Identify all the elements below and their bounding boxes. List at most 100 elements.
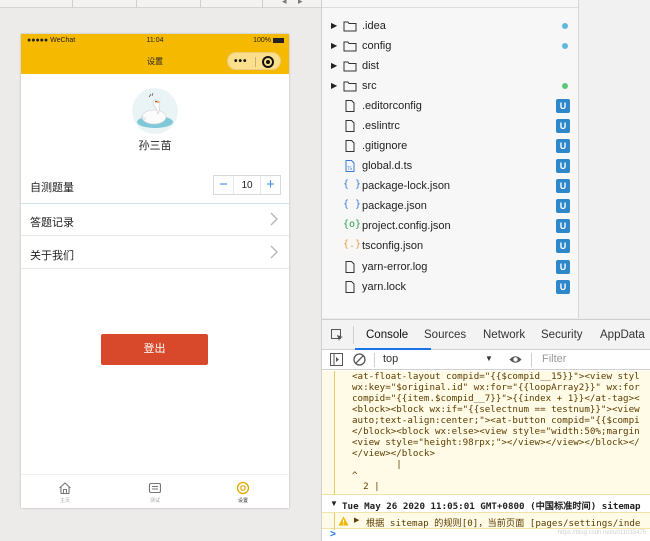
tab-network[interactable]: Network: [483, 329, 525, 341]
untracked-badge: U: [556, 239, 570, 253]
code-line: </block><block wx:else><view style="widt…: [352, 426, 640, 437]
code-line: </view></block>: [352, 448, 435, 459]
watermark: https://blog.csdn.net/u011033475: [557, 530, 646, 536]
simulator-phone: ●●●●● WeChat 11:04 100% 设置 ••• 孙三苗 自测题量 …: [21, 34, 289, 508]
status-time: 11:04: [146, 37, 164, 44]
tab-bar: 主页 测试 设置: [21, 474, 289, 508]
context-select[interactable]: top: [383, 353, 398, 365]
code-line: ^: [352, 470, 358, 481]
decrement-button[interactable]: −: [214, 176, 234, 194]
untracked-badge: U: [556, 260, 570, 274]
collapsed-arrow-icon[interactable]: ▶: [331, 21, 337, 30]
console-group-header[interactable]: ▼ Tue May 26 2020 11:05:01 GMT+0800 (中国标…: [322, 496, 650, 512]
toolbar-divider: [531, 353, 532, 367]
editor-area: [578, 0, 650, 318]
collapsed-arrow-icon[interactable]: ▶: [331, 41, 337, 50]
home-icon: [59, 482, 71, 495]
tree-folder-src[interactable]: ▶ src: [322, 76, 578, 96]
file-name: .editorconfig: [362, 100, 422, 112]
tree-file-project-config-json[interactable]: {o} project.config.json U: [322, 216, 578, 236]
tab-sources[interactable]: Sources: [424, 329, 466, 341]
tab-console[interactable]: Console: [366, 329, 408, 341]
tab-security[interactable]: Security: [541, 329, 583, 341]
tsconfig-file-icon: {.}: [343, 239, 362, 250]
json-file-icon: { }: [343, 199, 362, 210]
expanded-arrow-icon[interactable]: ▼: [330, 499, 338, 508]
collapsed-arrow-icon[interactable]: ▶: [354, 516, 359, 524]
tab-home[interactable]: 主页: [45, 481, 85, 504]
dropdown-arrow-icon[interactable]: ▼: [485, 354, 493, 363]
toolbar-divider: [136, 0, 137, 8]
sidebar-toggle-icon[interactable]: [330, 353, 343, 366]
file-name: yarn.lock: [362, 281, 407, 293]
quiz-count-row: 自测题量 − 10 +: [21, 168, 289, 204]
console-warning-row[interactable]: ▶ 根据 sitemap 的规则[0]，当前页面 [pages/settings…: [322, 512, 650, 530]
window-top-strip: ◂ ▸: [0, 0, 322, 8]
more-icon[interactable]: •••: [234, 56, 248, 67]
nav-forward-icon[interactable]: ▸: [298, 0, 303, 7]
file-name: .gitignore: [362, 140, 408, 152]
tree-file-yarn-lock[interactable]: yarn.lock U: [322, 277, 578, 297]
tree-file-tsconfig-json[interactable]: {.} tsconfig.json U: [322, 236, 578, 256]
code-snippet: <at-float-layout compid="{{$compid__15}}…: [352, 371, 640, 492]
status-bar: ●●●●● WeChat 11:04 100%: [21, 34, 289, 48]
settings-icon: [236, 481, 250, 495]
close-miniprogram-icon[interactable]: [262, 56, 274, 68]
tree-file-yarn-error-log[interactable]: yarn-error.log U: [322, 257, 578, 277]
console-prompt[interactable]: > https://blog.csdn.net/u011033475: [322, 529, 650, 541]
inspect-element-icon[interactable]: [331, 329, 344, 342]
filter-input[interactable]: Filter: [542, 353, 566, 365]
avatar[interactable]: [132, 88, 178, 134]
untracked-badge: U: [556, 99, 570, 113]
tab-label: 主页: [59, 498, 70, 504]
tree-file-package-json[interactable]: { } package.json U: [322, 196, 578, 216]
logout-button[interactable]: 登出: [101, 334, 208, 365]
file-name: config: [362, 40, 392, 52]
tree-file-editorconfig[interactable]: .editorconfig U: [322, 96, 578, 116]
folder-icon: [343, 21, 357, 32]
warning-icon: [338, 516, 349, 526]
tab-test[interactable]: 测试: [135, 481, 175, 504]
json-file-icon: { }: [343, 179, 362, 190]
tab-settings[interactable]: 设置: [223, 481, 263, 504]
tree-folder-dist[interactable]: ▶ dist: [322, 56, 578, 76]
test-icon: [148, 482, 162, 494]
status-dot: [562, 23, 568, 29]
timestamp-line: Tue May 26 2020 11:05:01 GMT+0800 (中国标准时…: [342, 501, 641, 512]
file-name: dist: [362, 60, 380, 72]
typescript-file-icon: TS: [345, 160, 355, 172]
tree-file-package-lock-json[interactable]: { } package-lock.json U: [322, 176, 578, 196]
code-line: <block><block wx:if="{{selectnum == test…: [352, 404, 640, 415]
tab-appdata[interactable]: AppData: [600, 329, 645, 341]
untracked-badge: U: [556, 280, 570, 294]
folder-icon: [343, 41, 357, 52]
message-gutter: [334, 371, 335, 495]
collapsed-arrow-icon[interactable]: ▶: [331, 81, 337, 90]
tree-file-eslintrc[interactable]: .eslintrc U: [322, 116, 578, 136]
menu-row-answer-records[interactable]: 答题记录: [21, 204, 289, 236]
tree-folder-idea[interactable]: ▶ .idea: [322, 16, 578, 36]
tree-folder-config[interactable]: ▶ config: [322, 36, 578, 56]
capsule-menu[interactable]: •••: [227, 52, 281, 70]
devtools-panel: Console Sources Network Security AppData…: [322, 319, 650, 541]
devtools-tab-bar: Console Sources Network Security AppData: [322, 320, 650, 350]
quiz-count-value[interactable]: 10: [234, 180, 260, 191]
tree-file-gitignore[interactable]: .gitignore U: [322, 136, 578, 156]
message-gutter: [334, 513, 335, 530]
file-name: .eslintrc: [362, 120, 400, 132]
menu-row-label: 关于我们: [30, 250, 74, 262]
tree-file-global-d-ts[interactable]: TS global.d.ts U: [322, 156, 578, 176]
untracked-badge: U: [556, 159, 570, 173]
file-name: tsconfig.json: [362, 240, 424, 252]
quiz-count-stepper[interactable]: − 10 +: [213, 175, 281, 195]
eye-icon[interactable]: [509, 353, 522, 366]
increment-button[interactable]: +: [260, 176, 280, 194]
battery-percent: 100%: [253, 37, 271, 44]
toolbar-divider: [374, 353, 375, 367]
menu-row-about-us[interactable]: 关于我们: [21, 237, 289, 269]
nav-back-icon[interactable]: ◂: [282, 0, 287, 7]
clear-console-icon[interactable]: [353, 353, 366, 366]
file-explorer: ▶ .idea ▶ config ▶ dist ▶ src .editorcon…: [322, 0, 578, 318]
collapsed-arrow-icon[interactable]: ▶: [331, 61, 337, 70]
warning-text: 根据 sitemap 的规则[0]，当前页面 [pages/settings/i…: [366, 518, 641, 529]
